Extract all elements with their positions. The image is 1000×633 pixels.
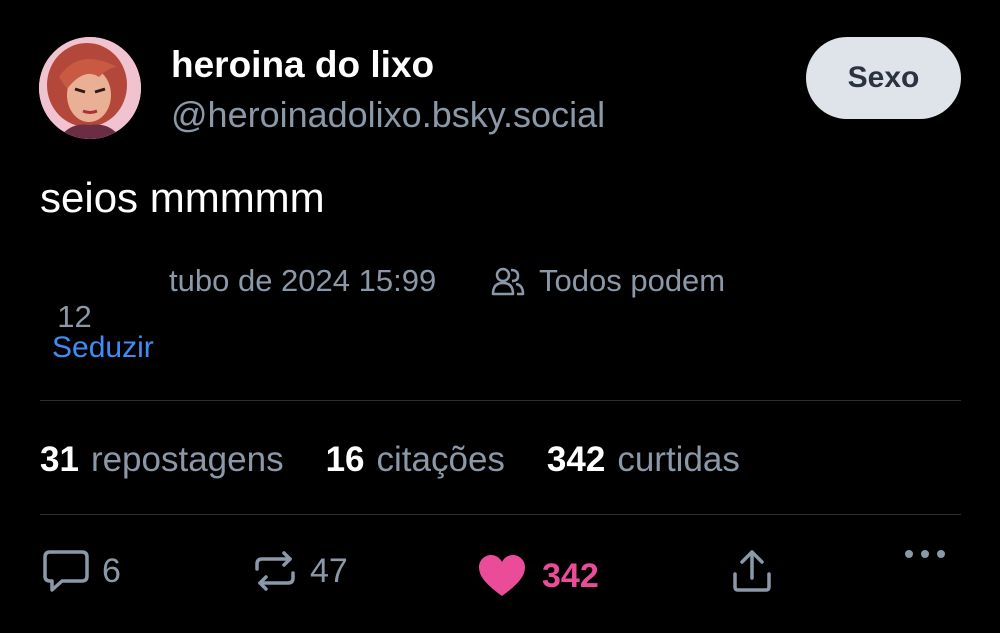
- reply-settings-label: Todos podem: [539, 263, 726, 298]
- translate-link[interactable]: Seduzir: [52, 331, 154, 365]
- repost-arrows-icon: [255, 551, 295, 591]
- share-button[interactable]: [730, 548, 774, 594]
- like-button[interactable]: 342: [474, 548, 599, 604]
- reply-settings[interactable]: Todos podem: [491, 263, 725, 299]
- post-text: seios mmmmm: [40, 174, 325, 221]
- follow-button[interactable]: Sexo: [806, 37, 961, 119]
- avatar[interactable]: [39, 37, 141, 139]
- like-icon-wrapper: [474, 548, 530, 604]
- more-options-button[interactable]: [903, 548, 947, 560]
- reposts-stat[interactable]: 31 repostagens: [40, 440, 284, 480]
- more-dots-icon: [905, 550, 945, 558]
- post-date-day: 12: [57, 299, 92, 334]
- quotes-stat[interactable]: 16 citações: [326, 440, 505, 480]
- likes-stat[interactable]: 342 curtidas: [547, 440, 740, 480]
- likes-label: curtidas: [617, 440, 740, 479]
- reposts-count: 31: [40, 440, 79, 479]
- likes-count: 342: [546, 440, 606, 479]
- engagement-stats: 31 repostagens 16 citações 342 curtidas: [40, 440, 782, 480]
- reply-button[interactable]: 6: [42, 548, 121, 594]
- quotes-count: 16: [325, 440, 365, 479]
- repost-button[interactable]: 47: [252, 548, 348, 594]
- reply-count: 6: [102, 551, 121, 590]
- author-display-name[interactable]: heroina do lixo: [171, 44, 434, 86]
- share-icon: [733, 550, 771, 592]
- heart-icon: [479, 555, 525, 596]
- repost-count: 47: [310, 551, 348, 590]
- avatar-image: [39, 37, 141, 139]
- divider: [40, 400, 961, 401]
- like-count: 342: [542, 556, 599, 595]
- author-handle[interactable]: @heroinadolixo.bsky.social: [171, 94, 605, 136]
- divider: [40, 514, 961, 515]
- post-date-rest: tubo de 2024 15:99: [169, 263, 437, 298]
- quotes-label: citações: [376, 440, 505, 479]
- comment-bubble-icon: [43, 550, 89, 592]
- people-icon: [491, 267, 525, 296]
- reposts-label: repostagens: [90, 440, 284, 479]
